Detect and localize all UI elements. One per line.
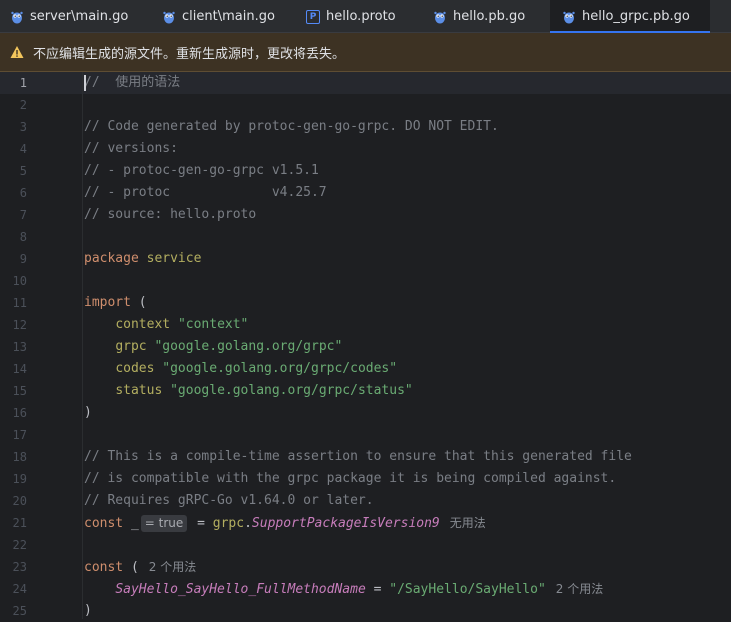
gopher-icon <box>563 11 575 23</box>
package-name: service <box>146 251 202 266</box>
import-alias: status <box>115 383 163 398</box>
line-number: 6 <box>19 186 27 200</box>
line-number: 17 <box>12 428 27 442</box>
import-path: "google.golang.org/grpc/status" <box>170 383 413 398</box>
import-alias: grpc <box>115 339 147 354</box>
line-number: 24 <box>12 582 27 596</box>
keyword: const <box>84 516 124 531</box>
tab-hello-proto[interactable]: P hello.proto <box>306 0 396 33</box>
line-number: 14 <box>12 362 27 376</box>
package-ref: grpc <box>212 516 245 531</box>
tab-label: hello.pb.go <box>453 9 526 24</box>
code-line[interactable]: SayHello_SayHello_FullMethodName = "/Say… <box>84 578 603 600</box>
code-line[interactable]: // 使用的语法 <box>84 72 180 94</box>
usage-count[interactable]: 2 个用法 <box>149 560 196 574</box>
tab-client-main-go[interactable]: client\main.go <box>162 0 275 33</box>
import-path: "context" <box>177 317 249 332</box>
line-number: 18 <box>12 450 27 464</box>
code-line[interactable]: const (2 个用法 <box>84 556 196 578</box>
code-line[interactable]: // Requires gRPC-Go v1.64.0 or later. <box>84 490 374 512</box>
code-line[interactable]: // This is a compile-time assertion to e… <box>84 446 632 468</box>
keyword: package <box>84 251 139 266</box>
text-caret <box>84 75 86 91</box>
operator: = <box>373 582 382 597</box>
code-line[interactable]: grpc "google.golang.org/grpc" <box>84 336 342 358</box>
usage-count[interactable]: 2 个用法 <box>556 582 603 596</box>
line-number: 22 <box>12 538 27 552</box>
keyword: import <box>84 295 131 310</box>
paren: ( <box>138 295 147 310</box>
banner-text: 不应编辑生成的源文件。重新生成源时，更改将丢失。 <box>33 46 346 62</box>
tab-hello-pb-go[interactable]: hello.pb.go <box>433 0 525 33</box>
line-number: 10 <box>12 274 27 288</box>
code-line[interactable]: // - protoc v4.25.7 <box>84 182 327 204</box>
keyword: const <box>84 560 124 575</box>
line-number: 11 <box>12 296 27 310</box>
line-number: 21 <box>12 516 27 530</box>
line-number: 23 <box>12 560 27 574</box>
code-line[interactable]: context "context" <box>84 314 248 336</box>
code-line[interactable]: // is compatible with the grpc package i… <box>84 468 616 490</box>
paren: ( <box>130 560 139 575</box>
code-line[interactable]: ) <box>84 402 92 424</box>
tab-label: hello.proto <box>326 9 396 24</box>
code-line[interactable]: package service <box>84 248 201 270</box>
constant-ref: SupportPackageIsVersion9 <box>251 516 440 531</box>
tab-label: client\main.go <box>182 9 275 24</box>
code-line[interactable]: // versions: <box>84 138 178 160</box>
usage-count[interactable]: 无用法 <box>450 516 486 530</box>
import-alias: context <box>115 317 171 332</box>
warning-icon <box>10 46 24 58</box>
string-literal: "/SayHello/SayHello" <box>389 582 546 597</box>
gopher-icon <box>434 11 446 23</box>
code-line[interactable]: const _ = true = grpc.SupportPackageIsVer… <box>84 512 486 534</box>
line-number: 19 <box>12 472 27 486</box>
tab-label: hello_grpc.pb.go <box>582 9 690 24</box>
inlay-type-hint: = true <box>140 515 188 532</box>
code-line[interactable]: codes "google.golang.org/grpc/codes" <box>84 358 397 380</box>
line-number: 2 <box>19 98 27 112</box>
import-path: "google.golang.org/grpc" <box>154 339 343 354</box>
line-number: 3 <box>19 120 27 134</box>
line-number: 12 <box>12 318 27 332</box>
tab-label: server\main.go <box>30 9 129 24</box>
editor-tab-bar: server\main.go client\main.go P hello.pr… <box>0 0 731 34</box>
line-number: 20 <box>12 494 27 508</box>
line-number: 13 <box>12 340 27 354</box>
line-number: 15 <box>12 384 27 398</box>
import-path: "google.golang.org/grpc/codes" <box>162 361 398 376</box>
line-number: 4 <box>19 142 27 156</box>
tab-hello-grpc-pb-go[interactable]: hello_grpc.pb.go <box>550 0 710 34</box>
import-alias: codes <box>115 361 155 376</box>
line-number: 7 <box>19 208 27 222</box>
constant-name: SayHello_SayHello_FullMethodName <box>115 582 366 597</box>
blank-identifier: _ <box>130 516 139 531</box>
code-line[interactable]: // source: hello.proto <box>84 204 256 226</box>
line-number: 16 <box>12 406 27 420</box>
line-number: 5 <box>19 164 27 178</box>
gopher-icon <box>11 11 23 23</box>
code-line[interactable]: status "google.golang.org/grpc/status" <box>84 380 413 402</box>
proto-file-icon: P <box>306 9 320 24</box>
line-number: 8 <box>19 230 27 244</box>
generated-file-warning-banner: 不应编辑生成的源文件。重新生成源时，更改将丢失。 <box>0 33 731 72</box>
operator: = <box>197 516 205 531</box>
gutter-separator <box>82 72 83 619</box>
dot: . <box>244 516 252 531</box>
code-line[interactable]: // Code generated by protoc-gen-go-grpc.… <box>84 116 499 138</box>
gopher-icon <box>163 11 175 23</box>
code-line[interactable]: // - protoc-gen-go-grpc v1.5.1 <box>84 160 319 182</box>
code-editor[interactable]: 1 2 3 4 5 6 7 8 9 10 11 12 13 14 15 16 1… <box>0 72 731 619</box>
line-number: 1 <box>19 76 27 90</box>
tab-server-main-go[interactable]: server\main.go <box>10 0 128 33</box>
line-number: 9 <box>19 252 27 266</box>
code-line[interactable]: import ( <box>84 292 147 314</box>
